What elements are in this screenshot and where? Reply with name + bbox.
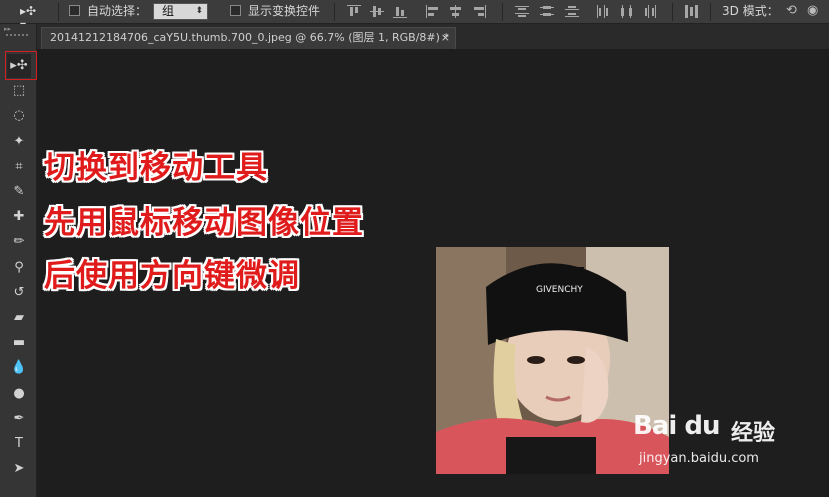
- move-tool-highlight: [5, 51, 37, 80]
- history-brush-tool-icon[interactable]: ↺: [7, 281, 31, 305]
- distribute-top-icon[interactable]: [515, 5, 529, 18]
- distribute-vertical-center-icon[interactable]: [540, 5, 554, 18]
- crop-tool-icon[interactable]: ⌗: [7, 155, 31, 179]
- auto-select-label: 自动选择：: [87, 4, 148, 18]
- auto-select-value: 组: [162, 4, 175, 18]
- brush-tool-icon[interactable]: ✏: [7, 230, 31, 254]
- gradient-tool-icon[interactable]: ▬: [7, 331, 31, 355]
- distribute-right-icon[interactable]: [644, 5, 658, 18]
- blur-tool-icon[interactable]: 💧: [7, 356, 31, 380]
- baidu-watermark: Bai du 经验 jingyan.baidu.com: [623, 401, 829, 477]
- healing-tool-icon[interactable]: ✚: [7, 205, 31, 229]
- annotation-line-1: 切换到移动工具: [44, 150, 268, 186]
- watermark-url: jingyan.baidu.com: [639, 451, 759, 466]
- divider: [672, 3, 673, 21]
- divider: [334, 3, 335, 21]
- 3d-rotate-icon[interactable]: ⟲: [786, 4, 797, 18]
- type-tool-icon[interactable]: T: [7, 432, 31, 456]
- dropdown-arrow-icon: ⬍: [195, 6, 203, 16]
- pen-tool-icon[interactable]: ✒: [7, 407, 31, 431]
- divider: [502, 3, 503, 21]
- path-select-tool-icon[interactable]: ➤: [7, 457, 31, 481]
- lasso-tool-icon[interactable]: ◌: [7, 104, 31, 128]
- align-bottom-icon[interactable]: [393, 5, 407, 18]
- divider: [710, 3, 711, 21]
- baidu-logo: Bai du: [633, 411, 720, 441]
- document-tab[interactable]: 20141212184706_caY5U.thumb.700_0.jpeg @ …: [41, 27, 456, 49]
- distribute-bottom-icon[interactable]: [565, 5, 579, 18]
- auto-select-dropdown[interactable]: 组 ⬍: [153, 3, 208, 20]
- align-vertical-center-icon[interactable]: [370, 5, 384, 18]
- annotation-line-2: 先用鼠标移动图像位置: [44, 205, 364, 241]
- distribute-horizontal-center-icon[interactable]: [620, 5, 634, 18]
- auto-align-icon[interactable]: [684, 5, 698, 18]
- stamp-tool-icon[interactable]: ⚲: [7, 256, 31, 280]
- eyedropper-tool-icon[interactable]: ✎: [7, 180, 31, 204]
- watermark-brand: 经验: [731, 421, 776, 446]
- dodge-tool-icon[interactable]: ●: [7, 382, 31, 406]
- divider: [58, 3, 59, 21]
- document-tab-bar: 20141212184706_caY5U.thumb.700_0.jpeg @ …: [0, 24, 829, 49]
- show-transform-checkbox[interactable]: [230, 5, 241, 16]
- toolbox-collapse-icon[interactable]: ▸▸: [4, 26, 32, 33]
- eraser-tool-icon[interactable]: ▰: [7, 306, 31, 330]
- 3d-roll-icon[interactable]: ◉: [807, 4, 818, 18]
- move-tool-preset-icon[interactable]: ▸✣ ▾: [20, 4, 44, 32]
- 3d-mode-label: 3D 模式：: [722, 4, 779, 18]
- align-top-icon[interactable]: [347, 5, 361, 18]
- auto-select-checkbox[interactable]: [69, 5, 80, 16]
- annotation-line-3: 后使用方向键微调: [44, 258, 300, 294]
- options-bar: ▸✣ ▾ 自动选择： 组 ⬍ 显示变换控件 3D 模式： ⟲ ◉: [0, 0, 829, 32]
- align-left-icon[interactable]: [426, 5, 440, 18]
- marquee-tool-icon[interactable]: ⬚: [7, 79, 31, 103]
- align-right-icon[interactable]: [472, 5, 486, 18]
- quick-select-tool-icon[interactable]: ✦: [7, 130, 31, 154]
- document-tab-title: 20141212184706_caY5U.thumb.700_0.jpeg @ …: [50, 31, 449, 44]
- align-horizontal-center-icon[interactable]: [449, 5, 463, 18]
- toolbox-grip[interactable]: [6, 34, 30, 36]
- distribute-left-icon[interactable]: [596, 5, 610, 18]
- svg-text:GIVENCHY: GIVENCHY: [536, 285, 583, 295]
- close-tab-icon[interactable]: ×: [441, 28, 450, 48]
- show-transform-label: 显示变换控件: [248, 4, 321, 18]
